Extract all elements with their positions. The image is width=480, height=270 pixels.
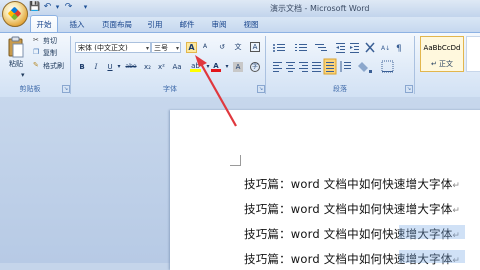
annotation-arrow bbox=[195, 55, 237, 127]
office-button[interactable] bbox=[2, 1, 28, 27]
office-logo-icon bbox=[7, 6, 22, 21]
